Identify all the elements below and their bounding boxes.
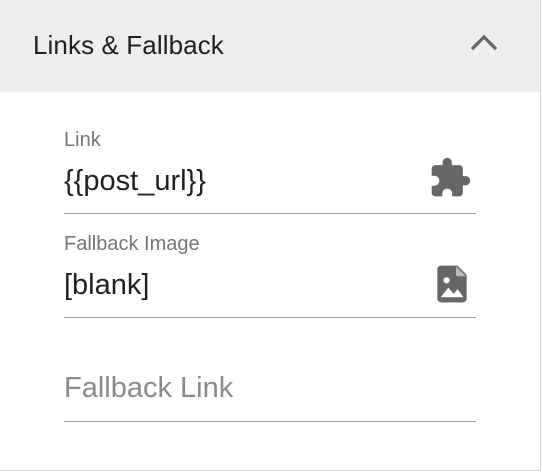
panel-title: Links & Fallback [33,30,224,60]
image-file-icon[interactable] [430,262,474,306]
link-underline [64,213,476,214]
links-fallback-panel: Links & Fallback Link Fallback Image [0,0,541,471]
fallback-link-field[interactable] [64,350,476,425]
link-field[interactable]: Link [64,126,476,216]
panel-header[interactable]: Links & Fallback [0,0,540,92]
fallback-link-input[interactable] [64,371,464,405]
link-label: Link [64,129,101,151]
link-input[interactable] [64,164,414,198]
fallback-image-field[interactable]: Fallback Image [64,230,476,320]
fallback-image-underline [64,317,476,318]
chevron-up-icon[interactable] [470,32,498,52]
puzzle-piece-icon[interactable] [428,156,472,200]
fallback-image-input[interactable] [64,268,414,302]
fallback-link-underline [64,421,476,422]
fallback-image-label: Fallback Image [64,233,200,255]
